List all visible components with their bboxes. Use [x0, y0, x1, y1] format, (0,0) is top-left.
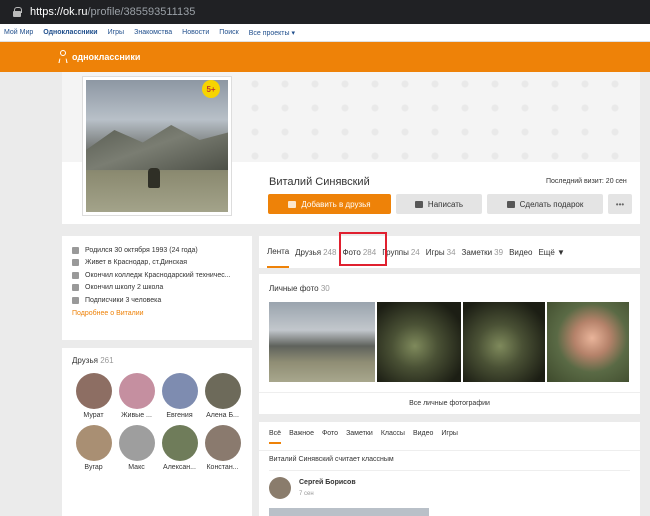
photo-tab-highlight [339, 232, 387, 266]
friend-avatar[interactable] [75, 425, 112, 461]
friend-item[interactable]: Констан... [201, 425, 244, 471]
school-icon [72, 284, 79, 292]
profile-info-card: Родился 30 октября 1993 (24 года) Живет … [62, 236, 252, 340]
tab-4[interactable]: Игры 34 [426, 236, 456, 268]
friend-name[interactable]: Живые ... [121, 412, 152, 419]
tab-5[interactable]: Заметки 39 [462, 236, 504, 268]
photo-thumbnail[interactable] [547, 302, 629, 382]
info-birthday: Родился 30 октября 1993 (24 года) [72, 244, 252, 257]
profile-tabs: Лента Друзья 248 Фото 284 Группы 24 Игры 34 Замет… [259, 236, 640, 268]
feed-tab-3[interactable]: Заметки [346, 430, 373, 444]
friend-name[interactable]: Констан... [206, 464, 238, 471]
nav-moy-mir[interactable]: Мой Мир [4, 29, 33, 36]
friend-item[interactable]: Евгения [158, 373, 201, 419]
calendar-icon [72, 246, 79, 254]
friend-item[interactable]: Макс [115, 425, 158, 471]
site-header: одноклассники [0, 42, 650, 72]
write-message-button[interactable]: Написать [396, 194, 482, 214]
friend-name[interactable]: Алена Б... [206, 412, 239, 419]
friend-item[interactable]: Мурат [72, 373, 115, 419]
photo-thumbnail[interactable] [377, 302, 461, 382]
add-friend-button[interactable]: Добавить в друзья [268, 194, 391, 214]
tab-6[interactable]: Видео [509, 236, 532, 268]
profile-name: Виталий Синявский [269, 176, 370, 188]
author-avatar[interactable] [269, 477, 291, 499]
friends-card: Друзья 261 Мурат Живые ... Евгения Алена Б.… [62, 348, 252, 516]
tab-1[interactable]: Друзья 248 [295, 236, 336, 268]
info-subscribers[interactable]: Подписчики 3 человека [72, 294, 252, 307]
feed-post-image[interactable] [269, 508, 429, 516]
envelope-icon [414, 200, 423, 208]
add-user-icon [288, 200, 297, 208]
friend-name[interactable]: Евгения [166, 412, 192, 419]
friend-avatar[interactable] [204, 425, 241, 461]
brand-name[interactable]: одноклассники [72, 52, 140, 62]
nav-dating[interactable]: Знакомства [134, 29, 172, 36]
feed-tab-1[interactable]: Важное [289, 430, 314, 444]
nav-all-projects[interactable]: Все проекты ▾ [249, 29, 295, 37]
url-text[interactable]: https://ok.ru/profile/385593511135 [30, 6, 195, 18]
photos-title[interactable]: Личные фото 30 [269, 284, 330, 293]
gift-icon [506, 200, 515, 208]
friend-avatar[interactable] [118, 373, 155, 409]
friend-avatar[interactable] [75, 373, 112, 409]
personal-photos-card: Личные фото 30 Все личные фотографии [259, 274, 640, 414]
nav-search[interactable]: Поиск [219, 29, 238, 36]
ok-logo-icon[interactable] [58, 50, 68, 64]
photo-thumbnail[interactable] [269, 302, 375, 382]
home-icon [72, 259, 79, 267]
cover-pattern [240, 72, 640, 162]
friend-avatar[interactable] [118, 425, 155, 461]
premium-badge[interactable]: 5+ [202, 80, 220, 98]
feed-filter-tabs: Всё Важное Фото Заметки Классы Видео Игры [269, 430, 458, 444]
tab-7[interactable]: Ещё ▼ [538, 236, 565, 268]
nav-odnoklassniki[interactable]: Одноклассники [43, 29, 97, 36]
feed-time: 7 сен [299, 491, 314, 497]
tab-3[interactable]: Группы 24 [382, 236, 420, 268]
last-visit: Последний визит: 20 сен [546, 178, 627, 185]
friend-item[interactable]: Вугар [72, 425, 115, 471]
photo-thumbnail[interactable] [463, 302, 545, 382]
tab-0[interactable]: Лента [267, 236, 290, 268]
friend-name[interactable]: Мурат [83, 412, 103, 419]
friend-avatar[interactable] [161, 425, 198, 461]
friend-item[interactable]: Алена Б... [201, 373, 244, 419]
feed-tab-6[interactable]: Игры [441, 430, 458, 444]
feed-tab-5[interactable]: Видео [413, 430, 433, 444]
feed-author[interactable]: Сергей Борисов [299, 479, 356, 486]
friend-name[interactable]: Вугар [84, 464, 102, 471]
divider [269, 470, 630, 471]
friend-name[interactable]: Алексан... [163, 464, 196, 471]
friends-title[interactable]: Друзья 261 [72, 356, 252, 365]
feed-activity-text: Виталий Синявский считает классным [269, 456, 394, 463]
college-icon [72, 271, 79, 279]
more-actions-button[interactable]: ••• [608, 194, 632, 214]
all-photos-link[interactable]: Все личные фотографии [259, 392, 640, 414]
friend-avatar[interactable] [204, 373, 241, 409]
lock-icon [12, 7, 22, 17]
info-college: Окончил колледж Краснодарский техничес..… [72, 269, 252, 282]
feed-card: Всё Важное Фото Заметки Классы Видео Игры Вита… [259, 422, 640, 516]
friend-item[interactable]: Алексан... [158, 425, 201, 471]
friend-name[interactable]: Макс [128, 464, 144, 471]
friend-item[interactable]: Живые ... [115, 373, 158, 419]
nav-games[interactable]: Игры [108, 29, 125, 36]
browser-address-bar[interactable]: https://ok.ru/profile/385593511135 [0, 0, 650, 24]
more-about-link[interactable]: Подробнее о Виталии [72, 310, 252, 317]
subscribers-icon [72, 296, 79, 304]
friends-grid: Мурат Живые ... Евгения Алена Б... Вугар Макс… [72, 373, 252, 471]
friend-avatar[interactable] [161, 373, 198, 409]
info-school: Окончил школу 2 школа [72, 282, 252, 295]
portal-nav: Мой Мир Одноклассники Игры Знакомства Но… [0, 24, 650, 42]
info-city: Живет в Краснодар, ст.Динская [72, 257, 252, 270]
feed-tab-4[interactable]: Классы [381, 430, 405, 444]
divider [259, 450, 640, 451]
feed-tab-2[interactable]: Фото [322, 430, 338, 444]
nav-news[interactable]: Новости [182, 29, 209, 36]
send-gift-button[interactable]: Сделать подарок [487, 194, 603, 214]
feed-tab-0[interactable]: Всё [269, 430, 282, 444]
